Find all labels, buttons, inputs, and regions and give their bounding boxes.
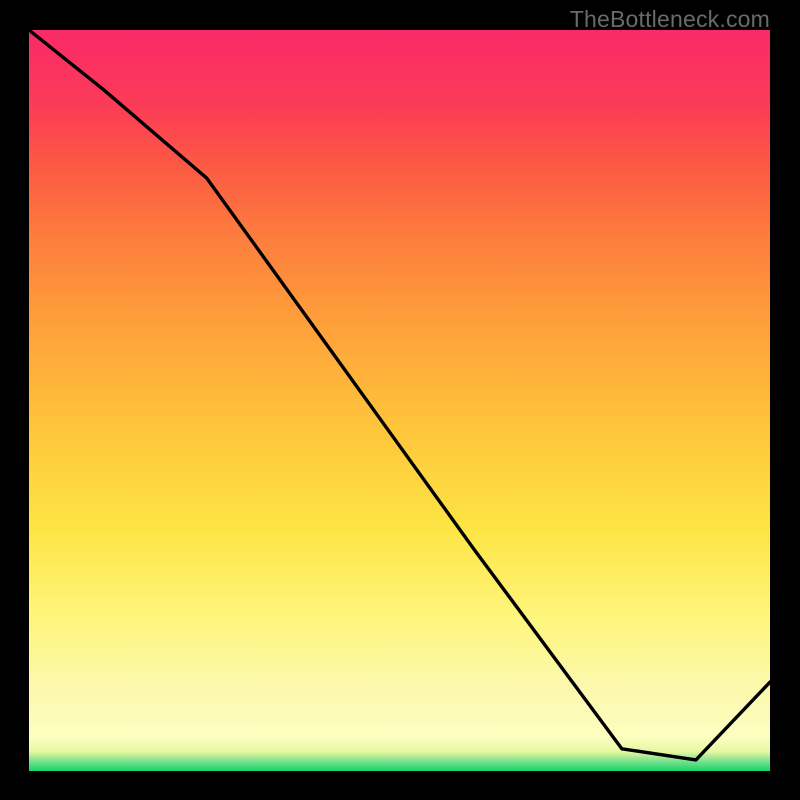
plot-area [29, 30, 770, 771]
bottleneck-curve [29, 30, 770, 760]
chart-frame: TheBottleneck.com [0, 0, 800, 800]
watermark-text: TheBottleneck.com [570, 6, 770, 33]
curve-layer [29, 30, 770, 771]
